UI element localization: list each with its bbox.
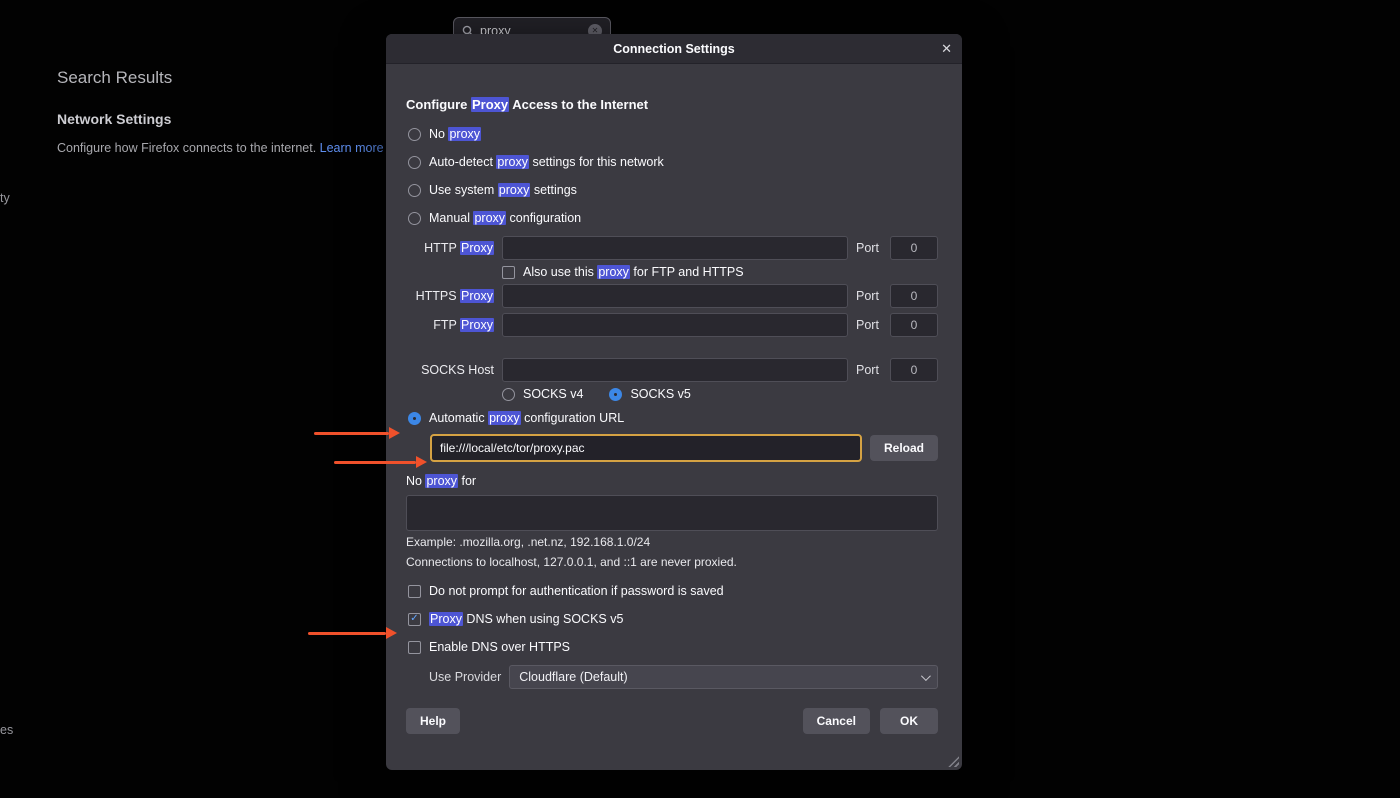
radio-socks-v4[interactable]: SOCKS v4 — [502, 387, 583, 401]
radio-selected-icon — [609, 388, 622, 401]
http-port-input[interactable] — [890, 236, 938, 260]
radio-auto-detect-proxy[interactable]: Auto-detect proxy settings for this netw… — [408, 152, 938, 172]
use-provider-label: Use Provider — [429, 670, 501, 684]
learn-more-link[interactable]: Learn more — [320, 141, 384, 155]
connection-settings-dialog: Connection Settings ✕ Configure Proxy Ac… — [386, 34, 962, 770]
doh-provider-select[interactable]: Cloudflare (Default) — [509, 665, 938, 689]
localhost-never-proxied-text: Connections to localhost, 127.0.0.1, and… — [406, 554, 938, 570]
checkbox-label: Enable DNS over HTTPS — [429, 640, 570, 654]
checkbox-label: Also use this proxy for FTP and HTTPS — [523, 265, 744, 279]
no-proxy-for-label: No proxy for — [406, 472, 938, 490]
annotation-arrow-proxy-dns-checkbox — [308, 627, 397, 639]
radio-label: Auto-detect proxy settings for this netw… — [429, 155, 664, 169]
radio-icon — [408, 184, 421, 197]
radio-label: Manual proxy configuration — [429, 211, 581, 225]
resize-grip[interactable] — [948, 756, 959, 767]
configure-proxy-heading: Configure Proxy Access to the Internet — [406, 96, 938, 114]
checkbox-also-use-proxy[interactable]: Also use this proxy for FTP and HTTPS — [502, 265, 938, 279]
ftp-port-input[interactable] — [890, 313, 938, 337]
radio-use-system-proxy[interactable]: Use system proxy settings — [408, 180, 938, 200]
dialog-title: Connection Settings — [613, 42, 735, 56]
chevron-down-icon — [921, 671, 931, 681]
socks-host-label: SOCKS Host — [406, 363, 494, 377]
http-port-label: Port — [856, 241, 882, 255]
network-settings-description: Configure how Firefox connects to the in… — [57, 141, 384, 155]
socks-grid: SOCKS Host Port SOCKS v4 SOCKS v5 — [406, 358, 938, 401]
dialog-header: Connection Settings ✕ — [386, 34, 962, 64]
socks-port-input[interactable] — [890, 358, 938, 382]
radio-label: No proxy — [429, 127, 481, 141]
checkbox-label: Proxy DNS when using SOCKS v5 — [429, 612, 623, 626]
https-port-label: Port — [856, 289, 882, 303]
ftp-proxy-input[interactable] — [502, 313, 848, 337]
ftp-proxy-label: FTP Proxy — [406, 318, 494, 332]
help-button[interactable]: Help — [406, 708, 460, 734]
screen: Search Results Network Settings Configur… — [0, 0, 1400, 798]
https-proxy-label: HTTPS Proxy — [406, 289, 494, 303]
http-proxy-input[interactable] — [502, 236, 848, 260]
close-icon[interactable]: ✕ — [941, 41, 952, 57]
radio-selected-icon — [408, 412, 421, 425]
radio-automatic-proxy-url[interactable]: Automatic proxy configuration URL — [408, 408, 938, 428]
cancel-button[interactable]: Cancel — [803, 708, 870, 734]
checkbox-proxy-dns-socks5[interactable]: ✓ Proxy DNS when using SOCKS v5 — [408, 609, 938, 629]
doh-provider-row: Use Provider Cloudflare (Default) — [429, 665, 938, 689]
socks-host-input[interactable] — [502, 358, 848, 382]
http-proxy-label: HTTP Proxy — [406, 241, 494, 255]
dialog-footer: Help Cancel OK — [406, 708, 938, 734]
radio-label: SOCKS v5 — [630, 387, 690, 401]
manual-proxy-grid: HTTP Proxy Port Also use this proxy for … — [406, 236, 938, 337]
https-proxy-input[interactable] — [502, 284, 848, 308]
no-proxy-for-textarea[interactable] — [406, 495, 938, 531]
ftp-port-label: Port — [856, 318, 882, 332]
checkbox-label: Do not prompt for authentication if pass… — [429, 584, 724, 598]
checkbox-no-auth-prompt[interactable]: Do not prompt for authentication if pass… — [408, 581, 938, 601]
checkbox-icon — [408, 641, 421, 654]
checkbox-enable-doh[interactable]: Enable DNS over HTTPS — [408, 637, 938, 657]
radio-manual-proxy[interactable]: Manual proxy configuration — [408, 208, 938, 228]
radio-icon — [502, 388, 515, 401]
radio-icon — [408, 212, 421, 225]
pac-url-input[interactable] — [430, 434, 862, 462]
no-proxy-example-text: Example: .mozilla.org, .net.nz, 192.168.… — [406, 534, 938, 550]
checkbox-icon — [408, 585, 421, 598]
radio-socks-v5[interactable]: SOCKS v5 — [609, 387, 690, 401]
checkmark-icon: ✓ — [408, 613, 421, 626]
radio-label: SOCKS v4 — [523, 387, 583, 401]
ok-button[interactable]: OK — [880, 708, 938, 734]
pac-url-row: Reload — [430, 434, 938, 462]
sidebar-label-fragment-bottom: es — [0, 723, 13, 737]
https-port-input[interactable] — [890, 284, 938, 308]
sidebar-label-fragment-top: ty — [0, 191, 10, 205]
network-settings-description-text: Configure how Firefox connects to the in… — [57, 141, 316, 155]
network-settings-title: Network Settings — [57, 111, 171, 127]
checkbox-icon — [502, 266, 515, 279]
doh-provider-value: Cloudflare (Default) — [519, 670, 627, 684]
radio-label: Automatic proxy configuration URL — [429, 411, 624, 425]
radio-icon — [408, 128, 421, 141]
radio-no-proxy[interactable]: No proxy — [408, 124, 938, 144]
socks-port-label: Port — [856, 363, 882, 377]
radio-label: Use system proxy settings — [429, 183, 577, 197]
dialog-content: Configure Proxy Access to the Internet N… — [386, 64, 962, 734]
socks-version-row: SOCKS v4 SOCKS v5 — [502, 387, 938, 401]
radio-icon — [408, 156, 421, 169]
search-results-title: Search Results — [57, 68, 172, 88]
reload-button[interactable]: Reload — [870, 435, 938, 461]
